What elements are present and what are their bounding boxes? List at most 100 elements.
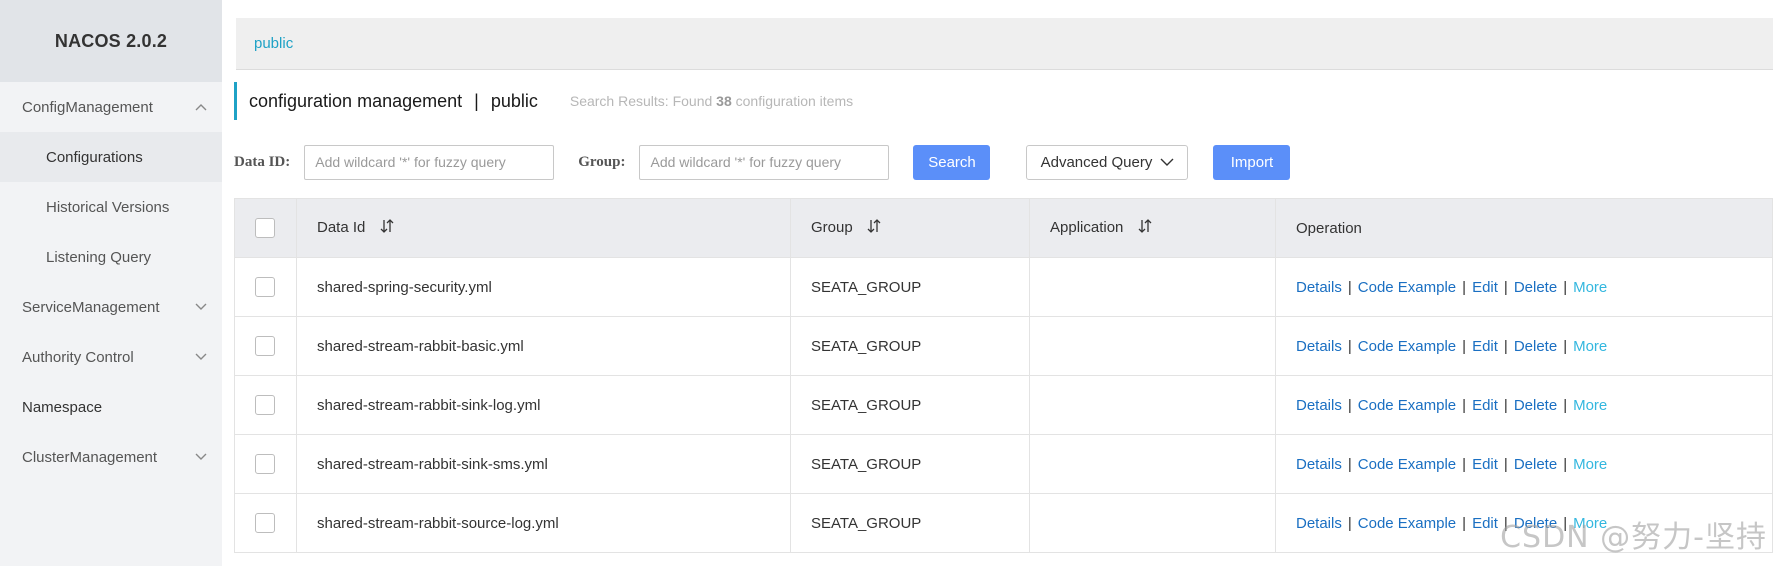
cell-application: [1029, 493, 1276, 553]
brand-title: NACOS 2.0.2: [0, 0, 222, 82]
op-separator: |: [1347, 514, 1352, 532]
edit-link[interactable]: Edit: [1472, 515, 1498, 532]
row-checkbox[interactable]: [255, 277, 275, 297]
import-button[interactable]: Import: [1213, 144, 1291, 180]
title-separator: |: [474, 90, 479, 111]
delete-link[interactable]: Delete: [1514, 456, 1557, 473]
row-select-cell: [234, 434, 297, 494]
sidebar-item-authority-control[interactable]: Authority Control: [0, 332, 222, 382]
sort-icon[interactable]: [380, 218, 394, 238]
cell-data-id: shared-stream-rabbit-sink-sms.yml: [296, 434, 791, 494]
group-input[interactable]: [639, 144, 890, 180]
more-link[interactable]: More: [1573, 456, 1607, 473]
edit-link[interactable]: Edit: [1472, 456, 1498, 473]
code-example-link[interactable]: Code Example: [1358, 456, 1456, 473]
op-separator: |: [1503, 278, 1508, 296]
more-link[interactable]: More: [1573, 397, 1607, 414]
chevron-down-icon: [192, 348, 210, 366]
filter-row: Data ID: Group: Search Advanced Query Im…: [234, 144, 1291, 180]
column-label: Group: [811, 218, 853, 236]
sidebar-item-namespace[interactable]: Namespace: [0, 382, 222, 432]
edit-link[interactable]: Edit: [1472, 338, 1498, 355]
chevron-down-icon: [192, 298, 210, 316]
sidebar-item-service-management[interactable]: ServiceManagement: [0, 282, 222, 332]
code-example-link[interactable]: Code Example: [1358, 397, 1456, 414]
main-content: public configuration management | public…: [222, 0, 1773, 566]
sort-icon[interactable]: [1138, 218, 1152, 238]
row-checkbox[interactable]: [255, 454, 275, 474]
row-select-cell: [234, 493, 297, 553]
cell-group: SEATA_GROUP: [790, 316, 1030, 376]
data-id-input[interactable]: [304, 144, 555, 180]
cell-application: [1029, 375, 1276, 435]
column-data-id[interactable]: Data Id: [296, 198, 791, 258]
sort-icon[interactable]: [867, 218, 881, 238]
column-label: Data Id: [317, 218, 366, 236]
results-count: 38: [716, 93, 732, 109]
select-all-cell: [234, 198, 297, 258]
cell-group: SEATA_GROUP: [790, 375, 1030, 435]
details-link[interactable]: Details: [1296, 338, 1342, 355]
column-operation: Operation: [1275, 198, 1773, 258]
advanced-query-button[interactable]: Advanced Query: [1026, 144, 1189, 180]
op-separator: |: [1563, 396, 1568, 414]
op-separator: |: [1563, 337, 1568, 355]
sidebar-item-listening-query[interactable]: Listening Query: [0, 232, 222, 282]
chevron-down-icon: [1160, 154, 1174, 171]
more-link[interactable]: More: [1573, 279, 1607, 296]
op-separator: |: [1503, 455, 1508, 473]
op-separator: |: [1462, 455, 1467, 473]
config-table: Data Id Group Application Operation shar…: [234, 198, 1773, 553]
table-row: shared-stream-rabbit-sink-log.yml SEATA_G…: [234, 375, 1773, 435]
sidebar-item-configurations[interactable]: Configurations: [0, 132, 222, 182]
row-checkbox[interactable]: [255, 336, 275, 356]
sidebar: NACOS 2.0.2 ConfigManagement Configurati…: [0, 0, 222, 566]
cell-data-id: shared-spring-security.yml: [296, 257, 791, 317]
details-link[interactable]: Details: [1296, 456, 1342, 473]
code-example-link[interactable]: Code Example: [1358, 338, 1456, 355]
column-application[interactable]: Application: [1029, 198, 1276, 258]
delete-link[interactable]: Delete: [1514, 279, 1557, 296]
namespace-link-public[interactable]: public: [254, 35, 293, 52]
advanced-query-label: Advanced Query: [1040, 153, 1153, 171]
title-namespace: public: [490, 90, 538, 111]
delete-link[interactable]: Delete: [1514, 338, 1557, 355]
op-separator: |: [1462, 396, 1467, 414]
op-separator: |: [1503, 337, 1508, 355]
sidebar-item-config-management[interactable]: ConfigManagement: [0, 82, 222, 132]
cell-group: SEATA_GROUP: [790, 493, 1030, 553]
code-example-link[interactable]: Code Example: [1358, 279, 1456, 296]
sidebar-item-historical-versions[interactable]: Historical Versions: [0, 182, 222, 232]
row-checkbox[interactable]: [255, 395, 275, 415]
results-suffix: configuration items: [735, 93, 854, 109]
delete-link[interactable]: Delete: [1514, 397, 1557, 414]
edit-link[interactable]: Edit: [1472, 397, 1498, 414]
row-checkbox[interactable]: [255, 513, 275, 533]
sidebar-item-label: ClusterManagement: [22, 448, 158, 466]
more-link[interactable]: More: [1573, 338, 1607, 355]
select-all-checkbox[interactable]: [255, 218, 275, 238]
edit-link[interactable]: Edit: [1472, 279, 1498, 296]
details-link[interactable]: Details: [1296, 515, 1342, 532]
sidebar-item-cluster-management[interactable]: ClusterManagement: [0, 432, 222, 482]
op-separator: |: [1462, 514, 1467, 532]
cell-application: [1029, 257, 1276, 317]
cell-data-id: shared-stream-rabbit-source-log.yml: [296, 493, 791, 553]
sidebar-item-label: Listening Query: [46, 248, 152, 266]
op-separator: |: [1462, 337, 1467, 355]
watermark: CSDN @努力-坚持: [1500, 520, 1767, 555]
results-prefix: Search Results: Found: [569, 93, 713, 109]
sidebar-item-label: ServiceManagement: [22, 298, 160, 316]
cell-operation: Details | Code Example | Edit | Delete | More: [1275, 434, 1773, 494]
column-group[interactable]: Group: [790, 198, 1030, 258]
page-title: configuration management: [249, 90, 463, 111]
search-button[interactable]: Search: [913, 144, 991, 180]
chevron-down-icon: [192, 448, 210, 466]
details-link[interactable]: Details: [1296, 397, 1342, 414]
code-example-link[interactable]: Code Example: [1358, 515, 1456, 532]
details-link[interactable]: Details: [1296, 279, 1342, 296]
cell-operation: Details | Code Example | Edit | Delete | More: [1275, 316, 1773, 376]
search-results-text: Search Results: Found 38 configuration i…: [570, 93, 853, 109]
row-select-cell: [234, 375, 297, 435]
row-select-cell: [234, 257, 297, 317]
